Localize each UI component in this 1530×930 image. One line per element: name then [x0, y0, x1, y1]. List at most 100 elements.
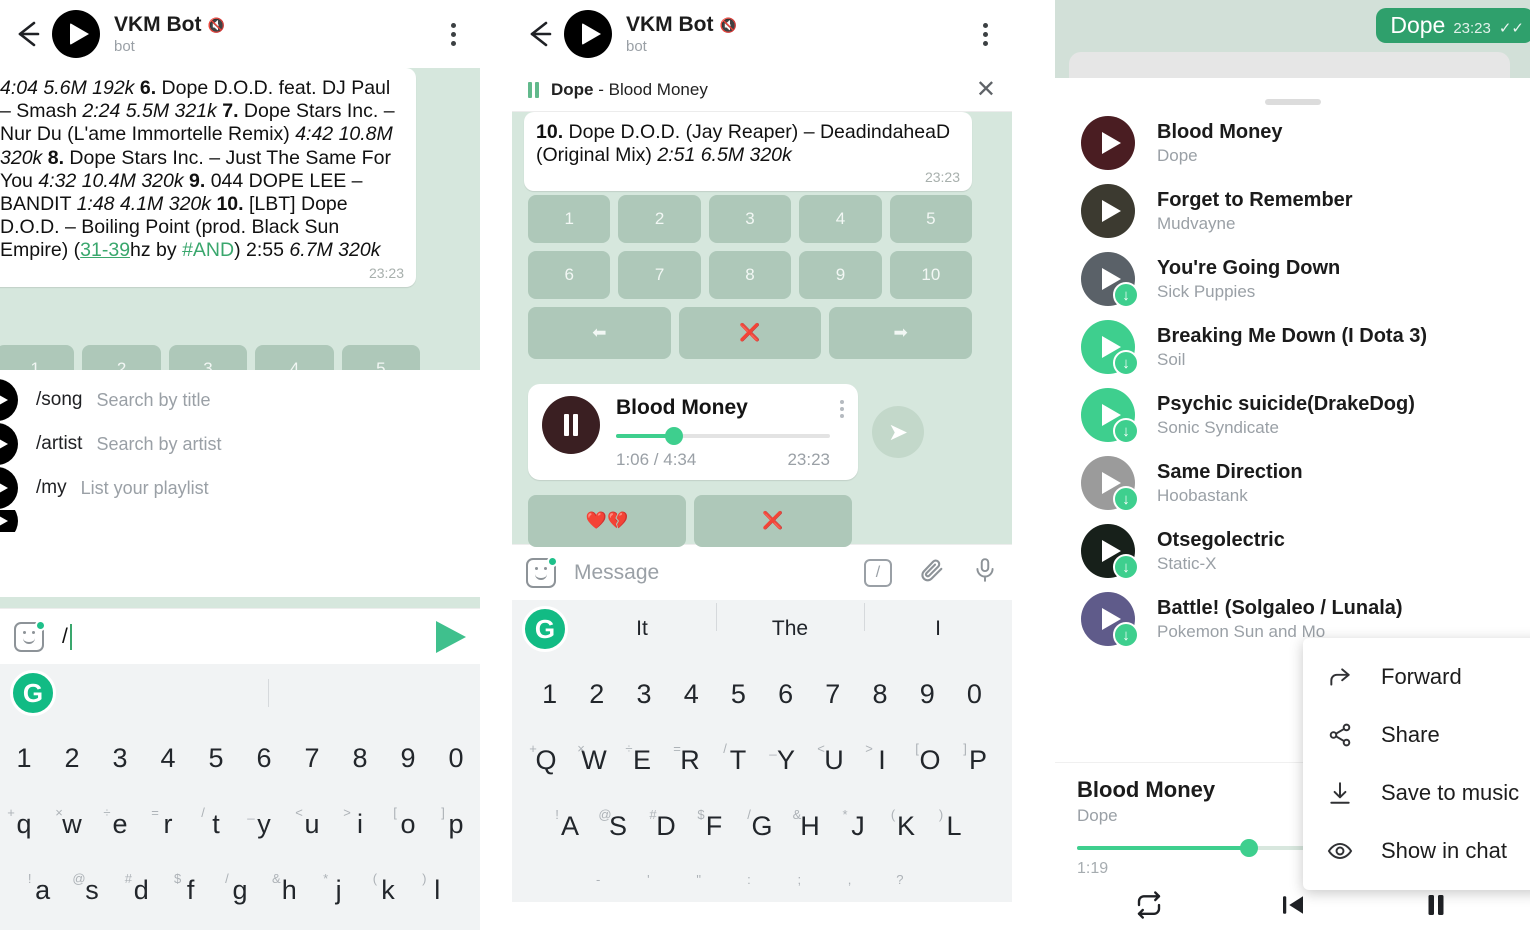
pause-icon[interactable]	[1364, 890, 1508, 920]
key-p[interactable]: ] p	[432, 805, 480, 854]
album-art[interactable]	[1081, 184, 1135, 238]
inline-button-1[interactable]: 7	[618, 251, 701, 299]
key-2[interactable]: 2	[48, 743, 96, 788]
track-row[interactable]: ↓ Otsegolectric Static-X	[1055, 517, 1530, 585]
key-,[interactable]: ,	[837, 872, 887, 890]
inline-button-0[interactable]: 1	[528, 195, 611, 243]
inline-button-2[interactable]: 3	[708, 195, 792, 243]
download-badge-icon[interactable]: ↓	[1113, 486, 1139, 512]
key-'[interactable]: '	[636, 872, 686, 890]
suggestion-0[interactable]: It	[568, 617, 716, 641]
key-G[interactable]: / G	[738, 807, 786, 856]
key-8[interactable]: 8	[856, 679, 903, 724]
download-badge-icon[interactable]: ↓	[1113, 282, 1139, 308]
key-D[interactable]: # D	[642, 807, 690, 856]
key-;[interactable]: ;	[787, 872, 837, 890]
suggestion-row-2[interactable]: G It The I	[512, 600, 1012, 658]
avatar[interactable]	[564, 10, 612, 58]
album-art[interactable]: ↓	[1081, 524, 1139, 580]
reaction-button-0[interactable]: ❤️💔	[528, 495, 686, 547]
kebab-menu-icon[interactable]	[840, 396, 844, 418]
inline-button-4[interactable]: 10	[889, 251, 973, 299]
key-:[interactable]: :	[737, 872, 787, 890]
kebab-menu-icon[interactable]	[438, 22, 468, 46]
command-item-partial[interactable]	[0, 510, 480, 532]
emoji-icon[interactable]	[14, 619, 46, 652]
command-item-song[interactable]: /song Search by title	[0, 378, 480, 422]
inline-button-3[interactable]: 4	[799, 195, 882, 243]
key-o[interactable]: [o	[384, 805, 432, 854]
key-S[interactable]: @ S	[594, 807, 642, 856]
inline-button-4[interactable]: 5	[889, 195, 973, 243]
key-f[interactable]: $ f	[166, 871, 215, 920]
key-R[interactable]: = R	[666, 741, 714, 790]
onscreen-keyboard-1[interactable]: G 1234567890 + q × w ÷ e = r / t _ y < u > i[o] p ! a @ s # d…	[0, 664, 480, 930]
key-8[interactable]: 8	[336, 743, 384, 788]
reaction-button-1[interactable]: ❌	[694, 495, 852, 547]
key-6[interactable]: 6	[762, 679, 809, 724]
album-art[interactable]: ↓	[1081, 456, 1139, 512]
album-art[interactable]: ↓	[1081, 320, 1139, 376]
now-playing-strip[interactable]: Dope - Blood Money ✕	[512, 68, 1012, 112]
key-U[interactable]: < U	[810, 741, 858, 790]
slash-command-icon[interactable]: /	[864, 558, 892, 587]
hashtag-link[interactable]: #AND	[182, 239, 234, 261]
repeat-icon[interactable]	[1077, 890, 1221, 920]
album-art[interactable]	[542, 396, 600, 454]
key-0[interactable]: 0	[432, 743, 480, 788]
key-t[interactable]: / t	[192, 805, 240, 854]
back-arrow-icon[interactable]	[524, 17, 558, 51]
key-d[interactable]: # d	[117, 871, 166, 920]
close-icon[interactable]: ✕	[976, 77, 996, 102]
track-row[interactable]: ↓ You're Going Down Sick Puppies	[1055, 245, 1530, 313]
key-0[interactable]: 0	[951, 679, 998, 724]
key-6[interactable]: 6	[240, 743, 288, 788]
key-a[interactable]: ! a	[18, 871, 67, 920]
key-P[interactable]: ] P	[954, 741, 1002, 790]
paperclip-icon[interactable]	[918, 556, 946, 589]
context-menu-item-forward[interactable]: Forward	[1303, 648, 1530, 706]
track-row[interactable]: Forget to Remember Mudvayne	[1055, 177, 1530, 245]
inline-nav-button-0[interactable]: ⬅	[528, 307, 671, 359]
key-5[interactable]: 5	[715, 679, 762, 724]
key-"[interactable]: "	[687, 872, 737, 890]
key-7[interactable]: 7	[288, 743, 336, 788]
bot-message-bubble[interactable]: 10. Dope D.O.D. (Jay Reaper) – Deadindah…	[524, 112, 972, 192]
kebab-menu-icon[interactable]	[970, 22, 1000, 46]
key-I[interactable]: > I	[858, 741, 906, 790]
command-item-artist[interactable]: /artist Search by artist	[0, 422, 480, 466]
key-k[interactable]: (k	[363, 871, 412, 920]
key-K[interactable]: (K	[882, 807, 930, 856]
key-W[interactable]: × W	[570, 741, 618, 790]
download-badge-icon[interactable]: ↓	[1113, 622, 1139, 648]
key-Q[interactable]: + Q	[522, 741, 570, 790]
keyboard-number-row[interactable]: 1234567890	[512, 658, 1012, 724]
emoji-icon[interactable]	[526, 555, 558, 588]
suggestion-2[interactable]: I	[864, 603, 1012, 641]
forward-arrow-icon[interactable]: ➤	[872, 406, 924, 458]
inline-nav-button-2[interactable]: ➡	[829, 307, 973, 359]
track-row[interactable]: ↓ Same Direction Hoobastank	[1055, 449, 1530, 517]
bot-message-bubble[interactable]: 4:04 5.6M 192k 6. Dope D.O.D. feat. DJ P…	[0, 68, 416, 287]
track-row[interactable]: ↓ Psychic suicide(DrakeDog) Sonic Syndicat…	[1055, 381, 1530, 449]
message-input-row-1[interactable]: /	[0, 608, 480, 664]
key-w[interactable]: × w	[48, 805, 96, 854]
key-5[interactable]: 5	[192, 743, 240, 788]
album-art[interactable]: ↓	[1081, 592, 1139, 648]
key-E[interactable]: ÷ E	[618, 741, 666, 790]
keyboard-row-2[interactable]: + Q × W ÷ E = R / T _ Y < U > I[O] P	[512, 724, 1012, 790]
keyboard-row-4[interactable]: -'":;,?	[0, 920, 480, 930]
key-j[interactable]: * j	[314, 871, 363, 920]
inline-link[interactable]: 31-39	[80, 239, 130, 261]
microphone-icon[interactable]	[972, 556, 998, 589]
inline-button-3[interactable]: 9	[799, 251, 882, 299]
keyboard-row-4[interactable]: -'":;,?	[512, 856, 1012, 890]
track-list[interactable]: Blood Money Dope Forget to Remember Mudvayn…	[1055, 109, 1530, 653]
key-9[interactable]: 9	[384, 743, 432, 788]
key-A[interactable]: ! A	[546, 807, 594, 856]
context-menu-item-show-in-chat[interactable]: Show in chat	[1303, 822, 1530, 880]
key-3[interactable]: 3	[620, 679, 667, 724]
key-7[interactable]: 7	[809, 679, 856, 724]
key-1[interactable]: 1	[526, 679, 573, 724]
key-s[interactable]: @ s	[67, 871, 116, 920]
